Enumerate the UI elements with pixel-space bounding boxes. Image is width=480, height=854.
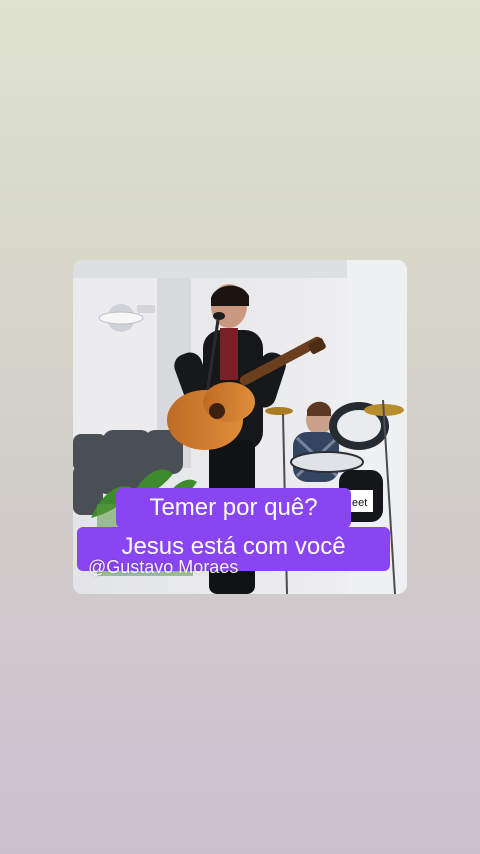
drum-logo-text: eet (352, 497, 367, 509)
caption-line-1: Temer por quê? (116, 488, 351, 528)
watermark-handle: @Gustavo Moraes (88, 557, 239, 577)
